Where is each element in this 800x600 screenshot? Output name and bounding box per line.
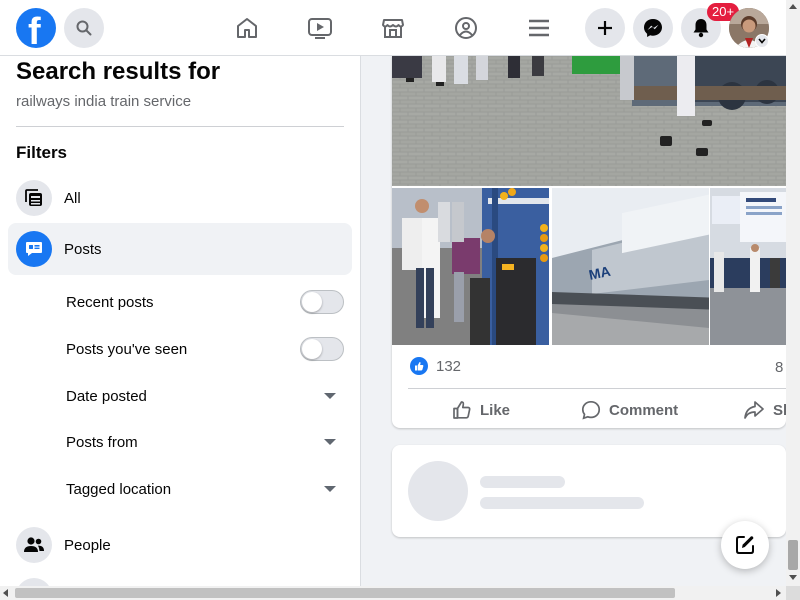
scroll-right-arrow[interactable] <box>776 589 781 597</box>
share-icon <box>744 401 764 419</box>
post-card: MA 132 8 Like Comment S <box>392 56 786 428</box>
facebook-logo[interactable]: f <box>16 8 56 48</box>
messenger-icon <box>644 19 662 37</box>
posts-icon <box>26 242 42 256</box>
filter-people[interactable]: People <box>8 519 352 571</box>
photo-container-train: MA <box>552 188 709 345</box>
search-icon <box>76 20 92 36</box>
scroll-down-arrow[interactable] <box>789 575 797 580</box>
loading-post-placeholder <box>392 445 786 537</box>
like-label: Like <box>480 401 511 419</box>
share-button[interactable]: Sh <box>743 396 786 424</box>
card-divider <box>408 388 786 389</box>
post-photo-3[interactable] <box>710 188 786 345</box>
recent-posts-toggle[interactable] <box>300 290 344 314</box>
menu-nav[interactable] <box>519 12 559 44</box>
account-menu-button[interactable] <box>755 34 769 48</box>
home-icon <box>237 18 257 38</box>
like-reaction-icon <box>410 357 428 375</box>
filter-all-icon-wrap <box>16 180 52 216</box>
panel-divider <box>16 126 344 127</box>
menu-icon <box>529 19 549 37</box>
reaction-count: 132 <box>436 357 462 375</box>
search-query-text: railways india train service <box>16 93 192 110</box>
vertical-scrollbar[interactable] <box>786 0 800 586</box>
vertical-scroll-thumb[interactable] <box>788 540 798 570</box>
filter-people-icon-wrap <box>16 527 52 563</box>
photo-train-banner <box>710 188 786 345</box>
posts-seen-toggle[interactable] <box>300 337 344 361</box>
watch-icon <box>308 18 332 39</box>
feed-icon <box>25 189 42 206</box>
people-icon <box>24 537 44 552</box>
filter-all-label: All <box>64 189 81 207</box>
filter-posts-icon-wrap <box>16 231 52 267</box>
filters-heading: Filters <box>16 143 68 162</box>
placeholder-line <box>480 476 565 488</box>
marketplace-nav[interactable] <box>373 12 413 44</box>
photo-railway-platform <box>392 56 786 186</box>
marketplace-icon <box>382 19 404 38</box>
post-photo-main[interactable] <box>392 56 786 186</box>
reactions-summary[interactable]: 132 <box>410 357 461 375</box>
comment-icon <box>581 400 601 420</box>
post-photo-1[interactable] <box>392 188 549 345</box>
search-filters-panel: Search results for railways india train … <box>0 56 361 586</box>
home-nav[interactable] <box>227 12 267 44</box>
search-button[interactable] <box>64 8 104 48</box>
filter-posts[interactable]: Posts <box>8 223 352 275</box>
horizontal-scroll-thumb[interactable] <box>15 588 675 598</box>
posts-seen-label: Posts you've seen <box>66 340 188 358</box>
recent-posts-option: Recent posts <box>66 287 344 317</box>
scrollbar-corner <box>786 586 800 600</box>
share-label: Sh <box>773 401 786 419</box>
top-navigation-bar: f 20+ <box>0 0 786 56</box>
scroll-up-arrow[interactable] <box>789 4 797 9</box>
date-posted-dropdown[interactable]: Date posted <box>66 381 344 411</box>
posts-from-dropdown[interactable]: Posts from <box>66 427 344 457</box>
posts-from-label: Posts from <box>66 433 138 451</box>
like-button[interactable]: Like <box>452 396 510 424</box>
messenger-button[interactable] <box>633 8 673 48</box>
scroll-left-arrow[interactable] <box>3 589 8 597</box>
comment-label: Comment <box>609 401 679 419</box>
tagged-location-label: Tagged location <box>66 480 172 498</box>
tagged-location-dropdown[interactable]: Tagged location <box>66 474 344 504</box>
post-photo-2[interactable]: MA <box>552 188 709 345</box>
horizontal-scrollbar[interactable] <box>0 586 786 600</box>
comment-count[interactable]: 8 <box>775 359 783 376</box>
next-filter-icon-partial <box>16 578 52 586</box>
thumbs-up-icon <box>453 401 471 419</box>
caret-down-icon <box>324 439 336 445</box>
groups-nav[interactable] <box>446 12 486 44</box>
filter-all[interactable]: All <box>8 172 352 224</box>
filter-people-label: People <box>64 536 111 554</box>
groups-icon <box>455 17 477 39</box>
comment-button[interactable]: Comment <box>581 396 678 424</box>
posts-seen-option: Posts you've seen <box>66 334 344 364</box>
chevron-down-icon <box>758 38 766 44</box>
search-results-title: Search results for <box>16 58 221 85</box>
new-message-button[interactable] <box>721 521 769 569</box>
caret-down-icon <box>324 486 336 492</box>
plus-icon <box>598 21 612 35</box>
filter-posts-label: Posts <box>64 240 102 258</box>
photo-ceremony <box>392 188 549 345</box>
date-posted-label: Date posted <box>66 387 147 405</box>
placeholder-line <box>480 497 644 509</box>
placeholder-avatar <box>408 461 468 521</box>
watch-nav[interactable] <box>300 12 340 44</box>
compose-icon <box>736 536 754 554</box>
recent-posts-label: Recent posts <box>66 293 154 311</box>
logo-letter: f <box>28 11 41 48</box>
create-button[interactable] <box>585 8 625 48</box>
caret-down-icon <box>324 393 336 399</box>
bell-icon <box>693 19 709 38</box>
